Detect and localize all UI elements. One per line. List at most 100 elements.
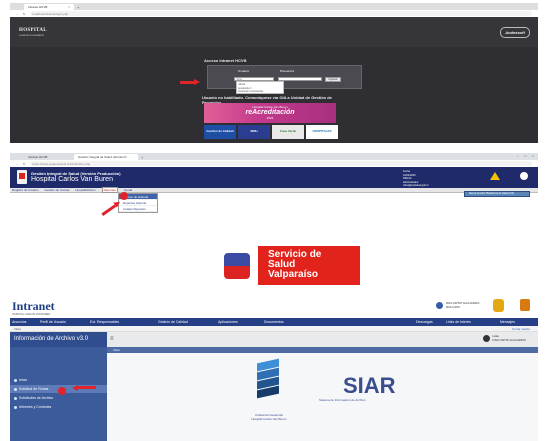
menu-perfil[interactable]: Perfil de Usuario [40,320,66,324]
user-label: Usuario [238,69,250,73]
window-controls: – □ × [517,154,534,158]
password-label: Password [280,69,295,73]
app-user-name: DNA ORTIZ GUAJARDO [492,337,526,342]
login-button[interactable]: Ingresar [325,77,341,82]
gis-logo [17,170,27,184]
banner-title: reAcreditación [245,109,295,116]
servicio-text: Servicio de Salud Valparaíso [258,246,321,285]
tile-casa-verde[interactable]: Casa Verde [272,125,304,139]
chile-crest-icon [216,246,258,285]
tab-title: Intranet HCVB [28,155,48,159]
click-marker-icon [58,387,66,395]
logo-text: Intranet [12,299,55,313]
screenshot-gis: Intranet HCVB Gestión Integral de Salud … [10,153,538,285]
sidebar-item-solicitud-fichas[interactable]: Solicitud de Fichas [14,387,48,391]
url-field[interactable]: localhost/intranet/login.php [29,11,532,16]
url-field[interactable]: https://www.espaciosalud.cl/hcvb/index.p… [29,161,532,166]
user-role: ROLO190 [446,305,460,309]
avatar [482,335,490,342]
app-user: Hola DNA ORTIZ GUAJARDO [482,334,526,342]
menu-mensajes[interactable]: Mensajes [500,320,515,324]
reload-icon[interactable]: ↻ [23,12,26,16]
tab-title: Gestión Integral de Salud (Versión P... [78,155,129,159]
menu-documentos[interactable]: Documentos [264,320,284,324]
home-icon [14,378,17,382]
sidebar-item-label: Solicitudes de Archivo [19,396,54,400]
app-title: Información de Archivo v3.0 [10,332,107,347]
minimize-icon[interactable]: – [517,154,519,158]
lock-icon[interactable] [520,299,530,311]
screenshot-login: Intranet HCVB × + ← ↻ localhost/intranet… [10,3,538,143]
intranet-menubar: Anuncios Perfil de Usuario Ext. Responsa… [10,318,538,326]
servicio-line: Valparaíso [268,269,319,280]
new-version-tooltip[interactable]: Nueva Versión Plataforma de Salud (V2) [464,191,530,197]
back-icon[interactable]: ← [16,162,19,166]
gis-menubar: Registro de Usuario Gestión de Camas Hos… [10,187,538,193]
user-line: rsilva@redsalud.gob.cl [403,184,429,187]
tile-gestion-calidad[interactable]: Gestión de Calidad [204,125,236,139]
login-header [10,17,538,47]
help-icon[interactable] [520,172,528,180]
report-icon [14,405,17,409]
menu-ext-responsables[interactable]: Ext. Responsables [90,320,119,324]
menu-hospitalizacion[interactable]: Hospitalización [75,188,95,192]
tab-strip: Intranet HCVB × + [10,3,538,10]
logo-sub: CARLOS VAN BUREN [19,34,44,37]
arrow-indicator-icon [72,385,96,391]
intranet-logo: Intranet HOSPITAL CARLOS VAN BUREN [12,299,55,316]
login-form: Usuario Password rsilva Ingresar [207,65,362,89]
user-info: Fecha 01/04/2023 RSILVA Administrador rs… [403,170,428,188]
hospital-logo: HOSPITAL CARLOS VAN BUREN [19,28,47,38]
andessoft-logo: Andessoft [500,27,530,38]
breadcrumb-home[interactable]: Inicio [14,327,21,331]
sidebar-item-inicio[interactable]: Inicio [14,378,27,382]
menu-gestion-camas[interactable]: Gestión de Camas [45,188,70,192]
folder-icon [14,396,17,400]
address-bar: ← ↻ localhost/intranet/login.php [10,10,538,17]
back-icon[interactable]: ← [16,12,19,16]
key-icon[interactable] [493,299,504,312]
banner-year: 2023 [266,116,274,120]
tile-sirh[interactable]: SIRH [238,125,270,139]
siar-footer: Unidad de Desarrollo Hospital Carlos Van… [239,413,299,421]
menu-aplicaciones[interactable]: Aplicaciones [218,320,238,324]
tab-close-icon[interactable]: × [68,5,70,9]
dropdown-item-listado[interactable]: Listado Reportes [119,206,157,212]
siar-logo-icon [257,357,287,399]
sidebar-item-solicitudes-archivo[interactable]: Solicitudes de Archivo [14,396,53,400]
tray-icons [493,299,530,312]
reacreditacion-banner[interactable]: Hospital Carlos Van Buren reAcreditación… [204,103,336,123]
close-window-icon[interactable]: × [532,154,534,158]
maximize-icon[interactable]: □ [524,154,526,158]
menu-links[interactable]: Links de Interés [446,320,471,324]
click-marker-icon [120,192,128,200]
menu-registro-usuario[interactable]: Registro de Usuario [12,188,39,192]
intranet-user: DNA ORTIZ GUAJARDO ROLO190 [436,301,479,309]
hospital-name: Hospital Carlos Van Buren [31,176,113,183]
footer-line: Hospital Carlos Van Buren [251,417,287,421]
warning-icon[interactable] [490,172,500,180]
tile-hospitales[interactable]: HOSPITALES [306,125,338,139]
logo-sub: HOSPITAL CARLOS VAN BUREN [12,313,51,316]
reload-icon[interactable]: ↻ [23,162,26,166]
avatar [436,301,443,309]
file-icon [14,387,17,391]
menu-reportes[interactable]: Reportes [101,187,118,193]
sidebar-item-label: Inicio [19,378,28,382]
servicio-salud-logo: Servicio de Salud Valparaíso [216,246,360,285]
menu-anuncios[interactable]: Anuncios [12,320,26,324]
tab-title: Intranet HCVB [28,5,48,9]
header-icons [490,172,528,180]
app-content: Inicio SIAR Sistema de Información de Ar… [107,347,538,441]
password-input[interactable] [278,77,322,81]
menu-toggle-icon[interactable]: ≡ [110,336,114,342]
autofill-item[interactable]: Gestionar contraseñas [238,90,282,94]
menu-descargas[interactable]: Descargas [416,320,433,324]
siar-subtitle: Sistema de Información de Archivo [319,398,366,402]
address-bar: ← ↻ https://www.espaciosalud.cl/hcvb/ind… [10,160,538,167]
sidebar-item-informes[interactable]: Informes y Controles [14,405,51,409]
autofill-suggestions: rsilva1 pexample.cl Gestionar contraseña… [236,81,284,94]
siar-title: SIAR [343,373,396,398]
tab-strip: Intranet HCVB Gestión Integral de Salud … [10,153,538,160]
menu-gestion-calidad[interactable]: Gestión de Calidad [158,320,188,324]
